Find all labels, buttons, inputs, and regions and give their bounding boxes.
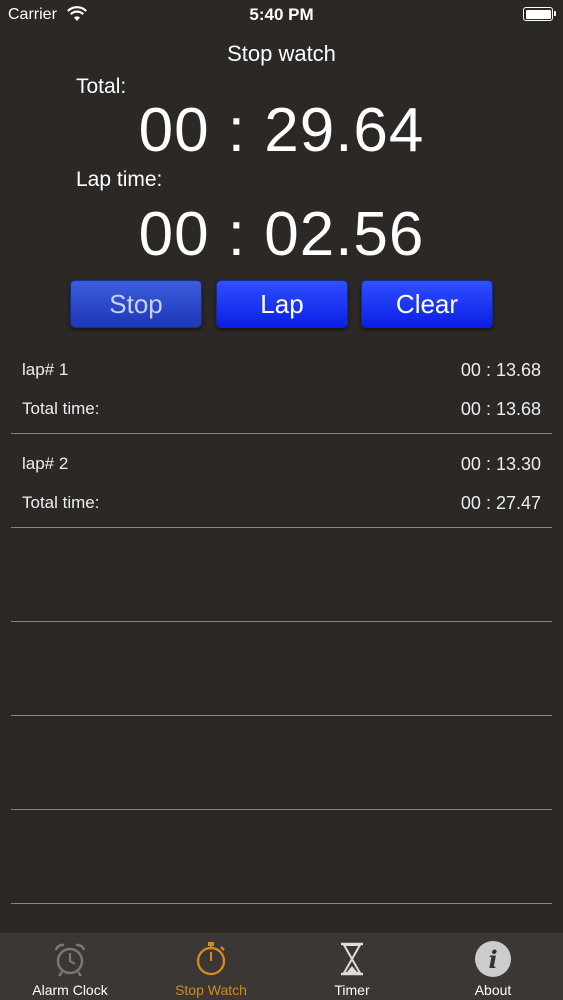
empty-row (11, 622, 552, 716)
total-time-value: 00 : 27.47 (460, 493, 541, 513)
tab-bar: Alarm Clock Stop Watch Timer i About (0, 933, 563, 1000)
stop-button[interactable]: Stop (70, 280, 202, 328)
svg-text:i: i (488, 945, 497, 974)
tab-alarm-clock[interactable]: Alarm Clock (0, 933, 140, 1000)
lap-row[interactable]: lap# 2 00 : 13.30 Total time: 00 : 27.47 (11, 434, 552, 528)
tab-label: Timer (334, 982, 370, 998)
alarm-clock-icon (54, 943, 86, 977)
lap-time-label: Lap time: (76, 168, 163, 191)
info-icon: i (475, 941, 511, 977)
total-time-label: Total time: (22, 493, 100, 512)
empty-row (11, 528, 552, 622)
page-title: Stop watch (227, 41, 336, 66)
total-time-display: 00 : 29.64 (138, 96, 425, 165)
lap-name: lap# 1 (22, 360, 69, 379)
total-time-label: Total time: (22, 399, 100, 418)
tab-label: About (474, 982, 512, 998)
status-bar: Carrier 5:40 PM (0, 0, 563, 30)
tab-stop-watch[interactable]: Stop Watch (141, 933, 281, 1000)
battery-icon (523, 7, 556, 21)
stopwatch-icon (196, 942, 226, 976)
lap-time-display: 00 : 02.56 (138, 200, 425, 269)
lap-name: lap# 2 (22, 454, 69, 473)
status-time: 5:40 PM (249, 5, 314, 24)
total-time-value: 00 : 13.68 (460, 399, 541, 419)
tab-timer[interactable]: Timer (282, 933, 422, 1000)
clear-button[interactable]: Clear (361, 280, 493, 328)
lap-button[interactable]: Lap (216, 280, 348, 328)
empty-row (11, 716, 552, 810)
tab-label: Alarm Clock (32, 982, 108, 998)
lap-time-value: 00 : 13.30 (460, 454, 541, 474)
hourglass-icon (341, 942, 363, 976)
tab-about[interactable]: i About (423, 933, 563, 1000)
lap-row[interactable]: lap# 1 00 : 13.68 Total time: 00 : 13.68 (11, 340, 552, 434)
lap-time-value: 00 : 13.68 (460, 360, 541, 380)
empty-row (11, 810, 552, 904)
tab-label: Stop Watch (175, 982, 247, 998)
